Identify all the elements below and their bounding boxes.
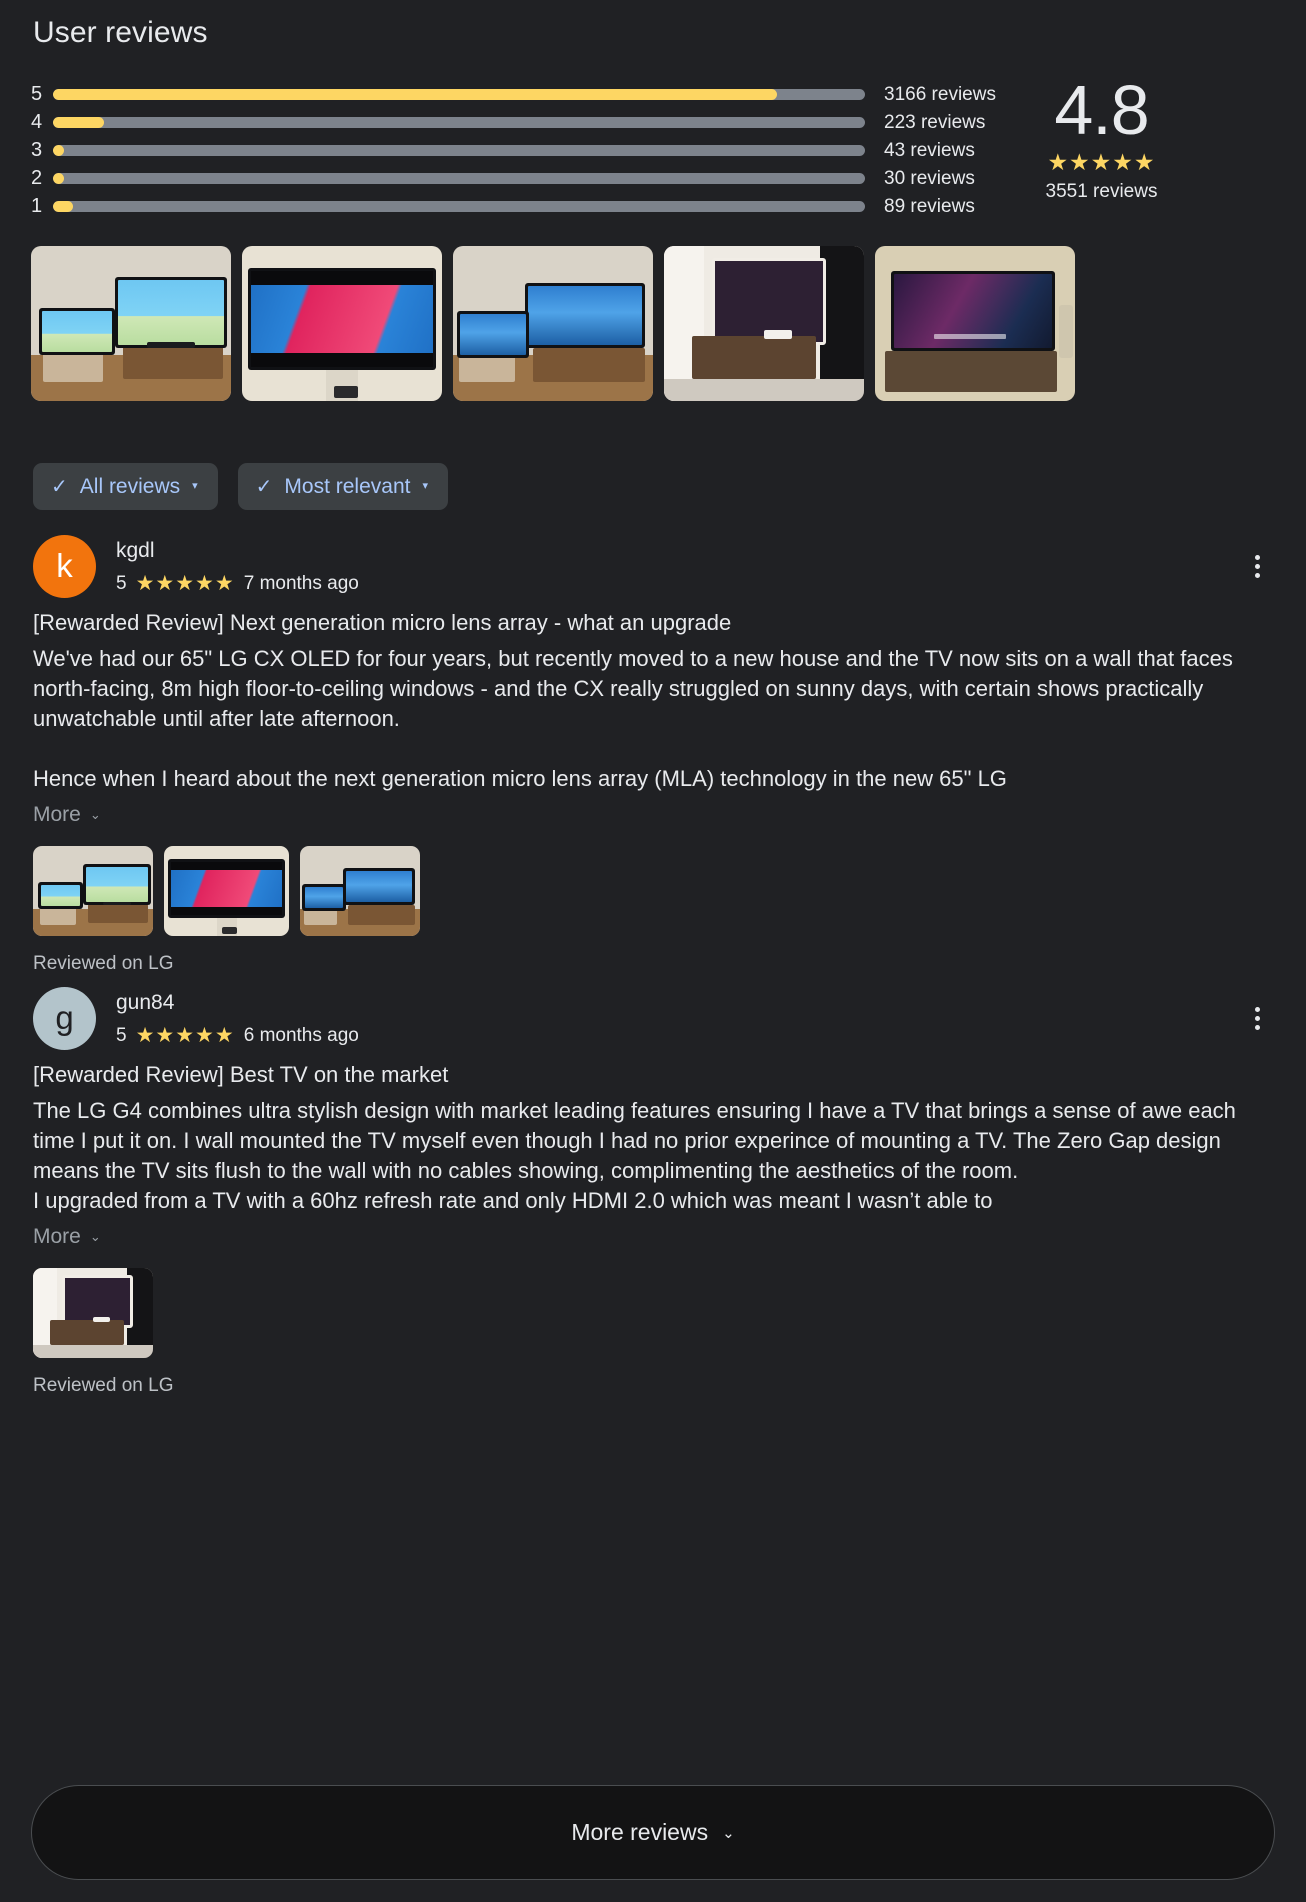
overall-score-stars: ★★★★★ — [1047, 149, 1156, 175]
review-rating-value: 5 — [116, 1024, 127, 1046]
histogram-row-3-star[interactable]: 3 43 reviews — [31, 136, 975, 164]
check-icon: ✓ — [51, 475, 68, 498]
overall-score-total: 3551 reviews — [1045, 181, 1158, 202]
review-title: [Rewarded Review] Best TV on the market — [33, 1062, 449, 1087]
review-rating-value: 5 — [116, 572, 127, 594]
review-photo-princess[interactable] — [164, 846, 289, 936]
review-photos[interactable] — [33, 846, 1275, 936]
chevron-down-icon: ⌄ — [89, 1229, 101, 1244]
filter-chip-most-relevant[interactable]: ✓ Most relevant ▾ — [237, 463, 449, 510]
avatar-initial: k — [56, 546, 73, 584]
histogram-bar-track — [53, 88, 865, 100]
histogram-row-5-star[interactable]: 5 3166 reviews — [31, 80, 996, 108]
tv-movie-scene-stand[interactable] — [875, 246, 1075, 401]
histogram-bar-track — [53, 200, 865, 212]
chevron-down-icon: ▾ — [192, 480, 198, 492]
histogram-bar-track — [53, 116, 865, 128]
tv-mario-livingroom[interactable] — [31, 246, 231, 401]
tv-reindeer-snow[interactable] — [453, 246, 653, 401]
review-options-icon[interactable] — [1244, 551, 1270, 581]
more-reviews-button[interactable]: More reviews ⌄ — [31, 1785, 1275, 1880]
user-reviews-page: User reviews 5 3166 reviews 4 223 reviews 3 4… — [0, 0, 1306, 1902]
filter-chip-label: Most relevant — [284, 474, 411, 498]
histogram-row-1-star[interactable]: 1 89 reviews — [31, 192, 975, 220]
review-meta: gun84 5 ★★★★★ 6 months ago — [116, 987, 359, 1048]
avatar: g — [33, 987, 96, 1050]
review-more-label: More — [33, 803, 81, 826]
review-more-toggle[interactable]: More ⌄ — [33, 1225, 101, 1249]
review-meta: kgdl 5 ★★★★★ 7 months ago — [116, 535, 359, 596]
avatar: k — [33, 535, 96, 598]
review-rating-stars: ★★★★★ — [135, 1024, 235, 1047]
review-header: k kgdl 5 ★★★★★ 7 months ago — [33, 535, 1275, 598]
review-photo-wall-mounted[interactable] — [33, 1268, 153, 1358]
chevron-down-icon: ▾ — [422, 480, 429, 492]
histogram-bar-fill — [53, 200, 74, 212]
filter-chip-label: All reviews — [79, 474, 181, 498]
review-author[interactable]: kgdl — [116, 538, 359, 564]
histogram-row-2-star[interactable]: 2 30 reviews — [31, 164, 975, 192]
review-options-icon[interactable] — [1244, 1003, 1270, 1033]
more-reviews-label: More reviews — [571, 1819, 709, 1845]
review-more-label: More — [33, 1225, 81, 1248]
tv-princess-closeup[interactable] — [242, 246, 442, 401]
review-text: The LG G4 combines ultra stylish design … — [33, 1098, 1236, 1213]
histogram-star-label: 2 — [31, 167, 43, 189]
ratings-summary: 5 3166 reviews 4 223 reviews 3 43 reviews 2 30 … — [31, 71, 1275, 220]
review-photos[interactable] — [33, 1268, 1275, 1358]
review-rating-row: 5 ★★★★★ 7 months ago — [116, 571, 359, 596]
histogram-star-label: 5 — [31, 83, 43, 105]
review-photo-reindeer[interactable] — [300, 846, 420, 936]
review-text: We've had our 65" LG CX OLED for four ye… — [33, 646, 1233, 791]
review-source: Reviewed on LG — [33, 1375, 174, 1396]
check-icon: ✓ — [255, 475, 273, 498]
review-header: g gun84 5 ★★★★★ 6 months ago — [33, 987, 1275, 1050]
chevron-down-icon: ⌄ — [722, 1824, 735, 1842]
review-timestamp: 7 months ago — [243, 572, 359, 594]
review-item: k kgdl 5 ★★★★★ 7 months ago [Rewarded Review]… — [31, 535, 1275, 975]
review-photo-mario-room[interactable] — [33, 846, 153, 936]
review-rating-stars: ★★★★★ — [135, 572, 235, 595]
review-filters: ✓ All reviews ▾ ✓ Most relevant ▾ — [31, 463, 1275, 510]
review-source: Reviewed on LG — [33, 953, 174, 974]
page-title: User reviews — [33, 16, 208, 49]
review-more-toggle[interactable]: More ⌄ — [33, 803, 101, 827]
review-author[interactable]: gun84 — [116, 990, 359, 1016]
histogram-bar-fill — [53, 88, 778, 100]
review-rating-row: 5 ★★★★★ 6 months ago — [116, 1023, 359, 1048]
rating-histogram: 5 3166 reviews 4 223 reviews 3 43 reviews 2 30 … — [31, 76, 996, 220]
histogram-star-label: 4 — [31, 111, 43, 133]
review-photo-strip[interactable] — [31, 246, 1275, 401]
filter-chip-all-reviews[interactable]: ✓ All reviews ▾ — [33, 463, 218, 510]
overall-score-block: 4.8 ★★★★★ 3551 reviews — [928, 71, 1275, 203]
histogram-bar-track — [53, 172, 865, 184]
histogram-row-4-star[interactable]: 4 223 reviews — [31, 108, 985, 136]
tv-wall-mounted-off[interactable] — [664, 246, 864, 401]
overall-score-value: 4.8 — [1054, 71, 1149, 149]
avatar-initial: g — [55, 998, 74, 1036]
histogram-bar-track — [53, 144, 865, 156]
reviews-list: k kgdl 5 ★★★★★ 7 months ago [Rewarded Review]… — [31, 535, 1275, 1397]
review-item: g gun84 5 ★★★★★ 6 months ago [Rewarded Review… — [31, 987, 1275, 1397]
histogram-star-label: 3 — [31, 139, 43, 161]
histogram-star-label: 1 — [31, 195, 43, 217]
review-timestamp: 6 months ago — [243, 1024, 359, 1046]
histogram-bar-fill — [53, 116, 105, 128]
histogram-bar-fill — [53, 172, 64, 184]
review-title: [Rewarded Review] Next generation micro … — [33, 610, 732, 635]
chevron-down-icon: ⌄ — [89, 807, 101, 822]
histogram-bar-fill — [53, 144, 64, 156]
